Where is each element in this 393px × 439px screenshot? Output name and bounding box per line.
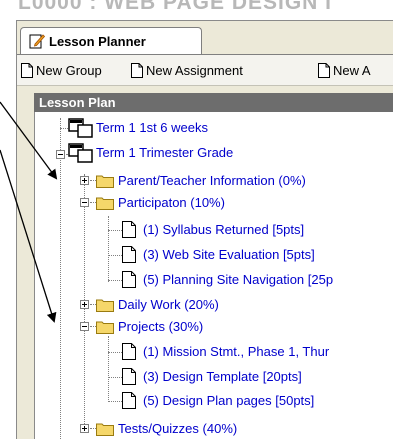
tree-item-syllabus-returned[interactable]: (1) Syllabus Returned [5pts] <box>122 220 393 240</box>
expand-toggle[interactable] <box>80 424 89 433</box>
document-icon <box>122 343 136 360</box>
new-group-button[interactable]: New Group <box>21 62 129 81</box>
page-title: L0000 : WEB PAGE DESIGN I <box>18 0 333 14</box>
document-icon <box>122 368 136 385</box>
tree-connector <box>108 255 122 256</box>
document-icon <box>122 271 136 288</box>
document-icon <box>122 221 136 238</box>
folder-icon <box>96 299 114 312</box>
page-title-band: L0000 : WEB PAGE DESIGN I <box>0 0 393 18</box>
tree-connector <box>108 280 122 281</box>
folder-icon <box>96 175 114 188</box>
document-icon <box>122 246 136 263</box>
new-doc-icon <box>131 63 143 78</box>
tree-connector <box>108 230 122 231</box>
new-assignment-button[interactable]: New Assignment <box>131 62 271 81</box>
tree-connector <box>60 160 61 439</box>
tab-label: Lesson Planner <box>49 34 146 49</box>
tree-item-parent-teacher-information[interactable]: Parent/Teacher Information (0%) <box>96 171 393 191</box>
tree-connector <box>108 336 109 402</box>
folder-icon <box>96 197 114 210</box>
collapse-toggle[interactable] <box>80 322 89 331</box>
tree-connector <box>108 216 109 282</box>
tree-item-tests-quizzes[interactable]: Tests/Quizzes (40%) <box>96 419 393 439</box>
tree-item-participaton[interactable]: Participaton (10%) <box>96 193 393 213</box>
folder-icon <box>96 423 114 436</box>
new-doc-icon <box>318 63 330 78</box>
tree-item-term-1-trimester-grade[interactable]: Term 1 Trimester Grade <box>68 143 368 163</box>
tree-connector <box>108 377 122 378</box>
term-icon <box>68 143 93 163</box>
pencil-doc-icon <box>29 34 45 49</box>
screenshot: L0000 : WEB PAGE DESIGN I Lesson Planner… <box>0 0 393 439</box>
tree-connector <box>60 118 61 150</box>
tree-item-design-template[interactable]: (3) Design Template [20pts] <box>122 367 393 387</box>
new-item-button[interactable]: New A <box>318 62 393 81</box>
tree-item-web-site-evaluation[interactable]: (3) Web Site Evaluation [5pts] <box>122 245 393 265</box>
tree-item-daily-work[interactable]: Daily Work (20%) <box>96 295 393 315</box>
term-icon <box>68 118 93 138</box>
tree-item-term-1-1st-6-weeks[interactable]: Term 1 1st 6 weeks <box>68 118 368 138</box>
tree-item-design-plan-pages[interactable]: (5) Design Plan pages [50pts] <box>122 391 393 411</box>
pane-title: Lesson Plan <box>39 95 116 110</box>
expand-toggle[interactable] <box>80 176 89 185</box>
collapse-toggle[interactable] <box>56 150 65 159</box>
tree-connector <box>108 401 122 402</box>
expand-toggle[interactable] <box>80 300 89 309</box>
lesson-plan-header: Lesson Plan <box>34 93 393 112</box>
tree-item-planning-site-navigation[interactable]: (5) Planning Site Navigation [25p <box>122 270 393 290</box>
tree-item-mission-statement[interactable]: (1) Mission Stmt., Phase 1, Thur <box>122 342 393 362</box>
tab-lesson-planner[interactable]: Lesson Planner <box>20 27 202 54</box>
document-icon <box>122 392 136 409</box>
tree-connector <box>108 352 122 353</box>
collapse-toggle[interactable] <box>80 198 89 207</box>
folder-icon <box>96 321 114 334</box>
toolbar: New Group New Assignment New A <box>17 54 393 86</box>
tree-item-projects[interactable]: Projects (30%) <box>96 317 393 337</box>
new-doc-icon <box>21 63 33 78</box>
